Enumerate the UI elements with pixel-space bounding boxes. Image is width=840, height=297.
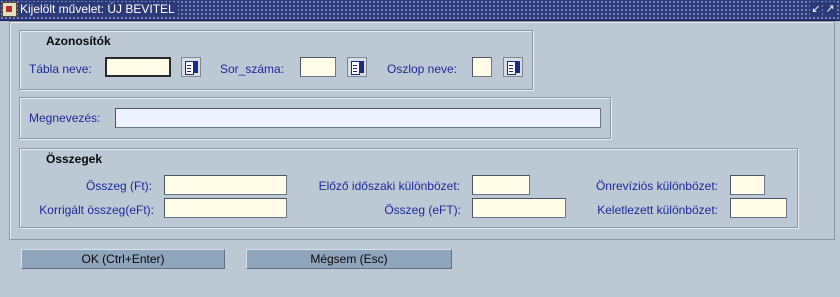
sor-szama-label: Sor_száma:	[220, 62, 285, 76]
tabla-lov-button[interactable]	[181, 57, 201, 77]
keletlezett-field[interactable]	[730, 198, 787, 218]
title-bar: Kijelölt művelet: ÚJ BEVITEL ↙ ↗	[0, 0, 840, 21]
tabla-neve-field[interactable]	[105, 57, 171, 77]
osszeg-ft-field[interactable]	[164, 175, 287, 195]
megnevezes-label: Megnevezés:	[29, 111, 101, 125]
cancel-button[interactable]: Mégsem (Esc)	[246, 249, 452, 269]
tabla-neve-label: Tábla neve:	[29, 62, 92, 76]
azonositok-title: Azonosítók	[46, 34, 111, 48]
onrevizios-field[interactable]	[730, 175, 765, 195]
korrigalt-osszeg-field[interactable]	[164, 198, 287, 218]
oszlop-neve-field[interactable]	[472, 57, 492, 77]
elozo-idoszaki-label: Előző időszaki különbözet:	[318, 179, 460, 193]
korrigalt-osszeg-label: Korrigált összeg(eFt):	[39, 203, 154, 217]
oszlop-lov-button[interactable]	[503, 57, 523, 77]
oszlop-neve-label: Oszlop neve:	[387, 62, 458, 76]
restore-icon[interactable]: ↙	[810, 2, 822, 16]
app-icon	[2, 2, 17, 17]
osszegek-title: Összegek	[46, 152, 103, 166]
osszeg-eft-field[interactable]	[472, 198, 566, 218]
maximize-icon[interactable]: ↗	[824, 2, 836, 16]
onrevizios-label: Önrevíziós különbözet:	[595, 179, 718, 193]
sor-szama-field[interactable]	[300, 57, 336, 77]
window-title: Kijelölt művelet: ÚJ BEVITEL	[18, 2, 178, 17]
osszeg-ft-label: Összeg (Ft):	[85, 179, 152, 193]
elozo-idoszaki-field[interactable]	[472, 175, 530, 195]
keletlezett-label: Keletlezett különbözet:	[597, 203, 718, 217]
ok-button[interactable]: OK (Ctrl+Enter)	[21, 249, 225, 269]
sor-lov-button[interactable]	[347, 57, 367, 77]
megnevezes-field[interactable]	[115, 108, 601, 128]
osszeg-eft-label: Összeg (eFT):	[384, 203, 461, 217]
